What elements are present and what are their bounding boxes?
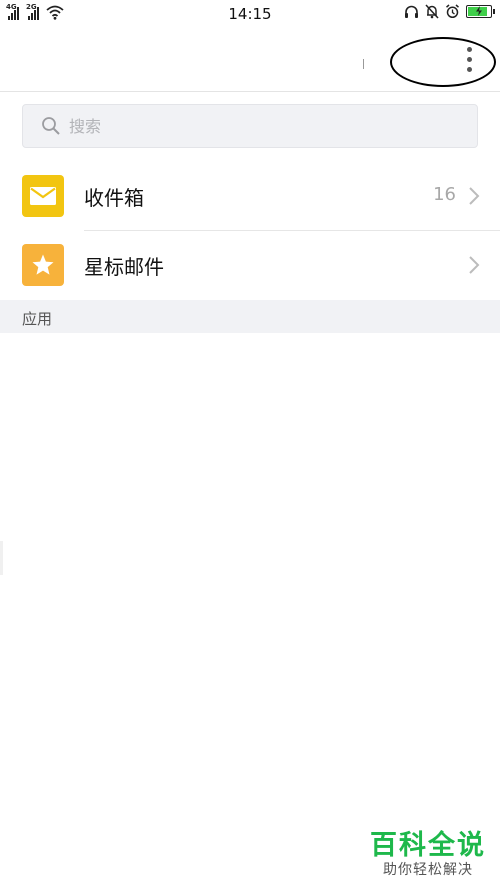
folder-label-starred: 星标邮件 xyxy=(84,255,164,279)
app-header xyxy=(0,28,500,92)
watermark-subtitle: 助你轻松解决 xyxy=(383,862,473,878)
chevron-right-icon xyxy=(469,187,480,205)
edge-handle xyxy=(0,541,3,575)
search-input[interactable] xyxy=(69,113,449,139)
folder-row-inbox[interactable]: 收件箱 16 xyxy=(0,162,500,231)
watermark-logo: 百科全说 助你轻松解决 xyxy=(370,831,486,879)
envelope-icon xyxy=(22,175,64,217)
folder-label-inbox: 收件箱 xyxy=(84,186,144,210)
status-bar: 4G 2G 14:15 xyxy=(0,0,500,28)
mute-icon xyxy=(425,4,439,19)
section-header-apps: 应用 xyxy=(0,300,500,333)
unread-count: 16 xyxy=(433,184,456,205)
search-bar[interactable] xyxy=(22,104,478,148)
alarm-icon xyxy=(446,4,459,19)
more-vertical-icon[interactable] xyxy=(452,44,486,74)
headset-icon xyxy=(405,5,418,18)
section-title: 应用 xyxy=(22,310,53,328)
search-icon xyxy=(42,117,60,135)
watermark-title: 百科全说 xyxy=(370,830,486,861)
header-divider xyxy=(363,59,364,69)
battery-charging-icon xyxy=(466,5,495,18)
folder-row-starred[interactable]: 星标邮件 xyxy=(0,231,500,300)
status-right xyxy=(404,4,495,19)
star-icon xyxy=(22,244,64,286)
chevron-right-icon xyxy=(469,256,480,274)
